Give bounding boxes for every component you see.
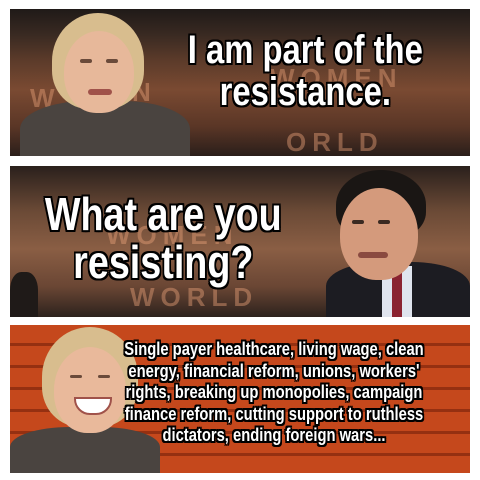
meme-panel-3: Single payer healthcare, living wage, cl… bbox=[10, 325, 470, 473]
caption-2: What are you resisting? bbox=[44, 188, 282, 289]
caption-3: Single payer healthcare, living wage, cl… bbox=[124, 339, 424, 446]
meme-panel-1: W N T WOMEN ORLD I am part of the resist… bbox=[10, 9, 470, 156]
caption-1: I am part of the resistance. bbox=[187, 28, 423, 114]
meme-panel-2: WOMEN WORLD What are you resisting? bbox=[10, 166, 470, 317]
stage-lettering: ORLD bbox=[286, 127, 384, 156]
